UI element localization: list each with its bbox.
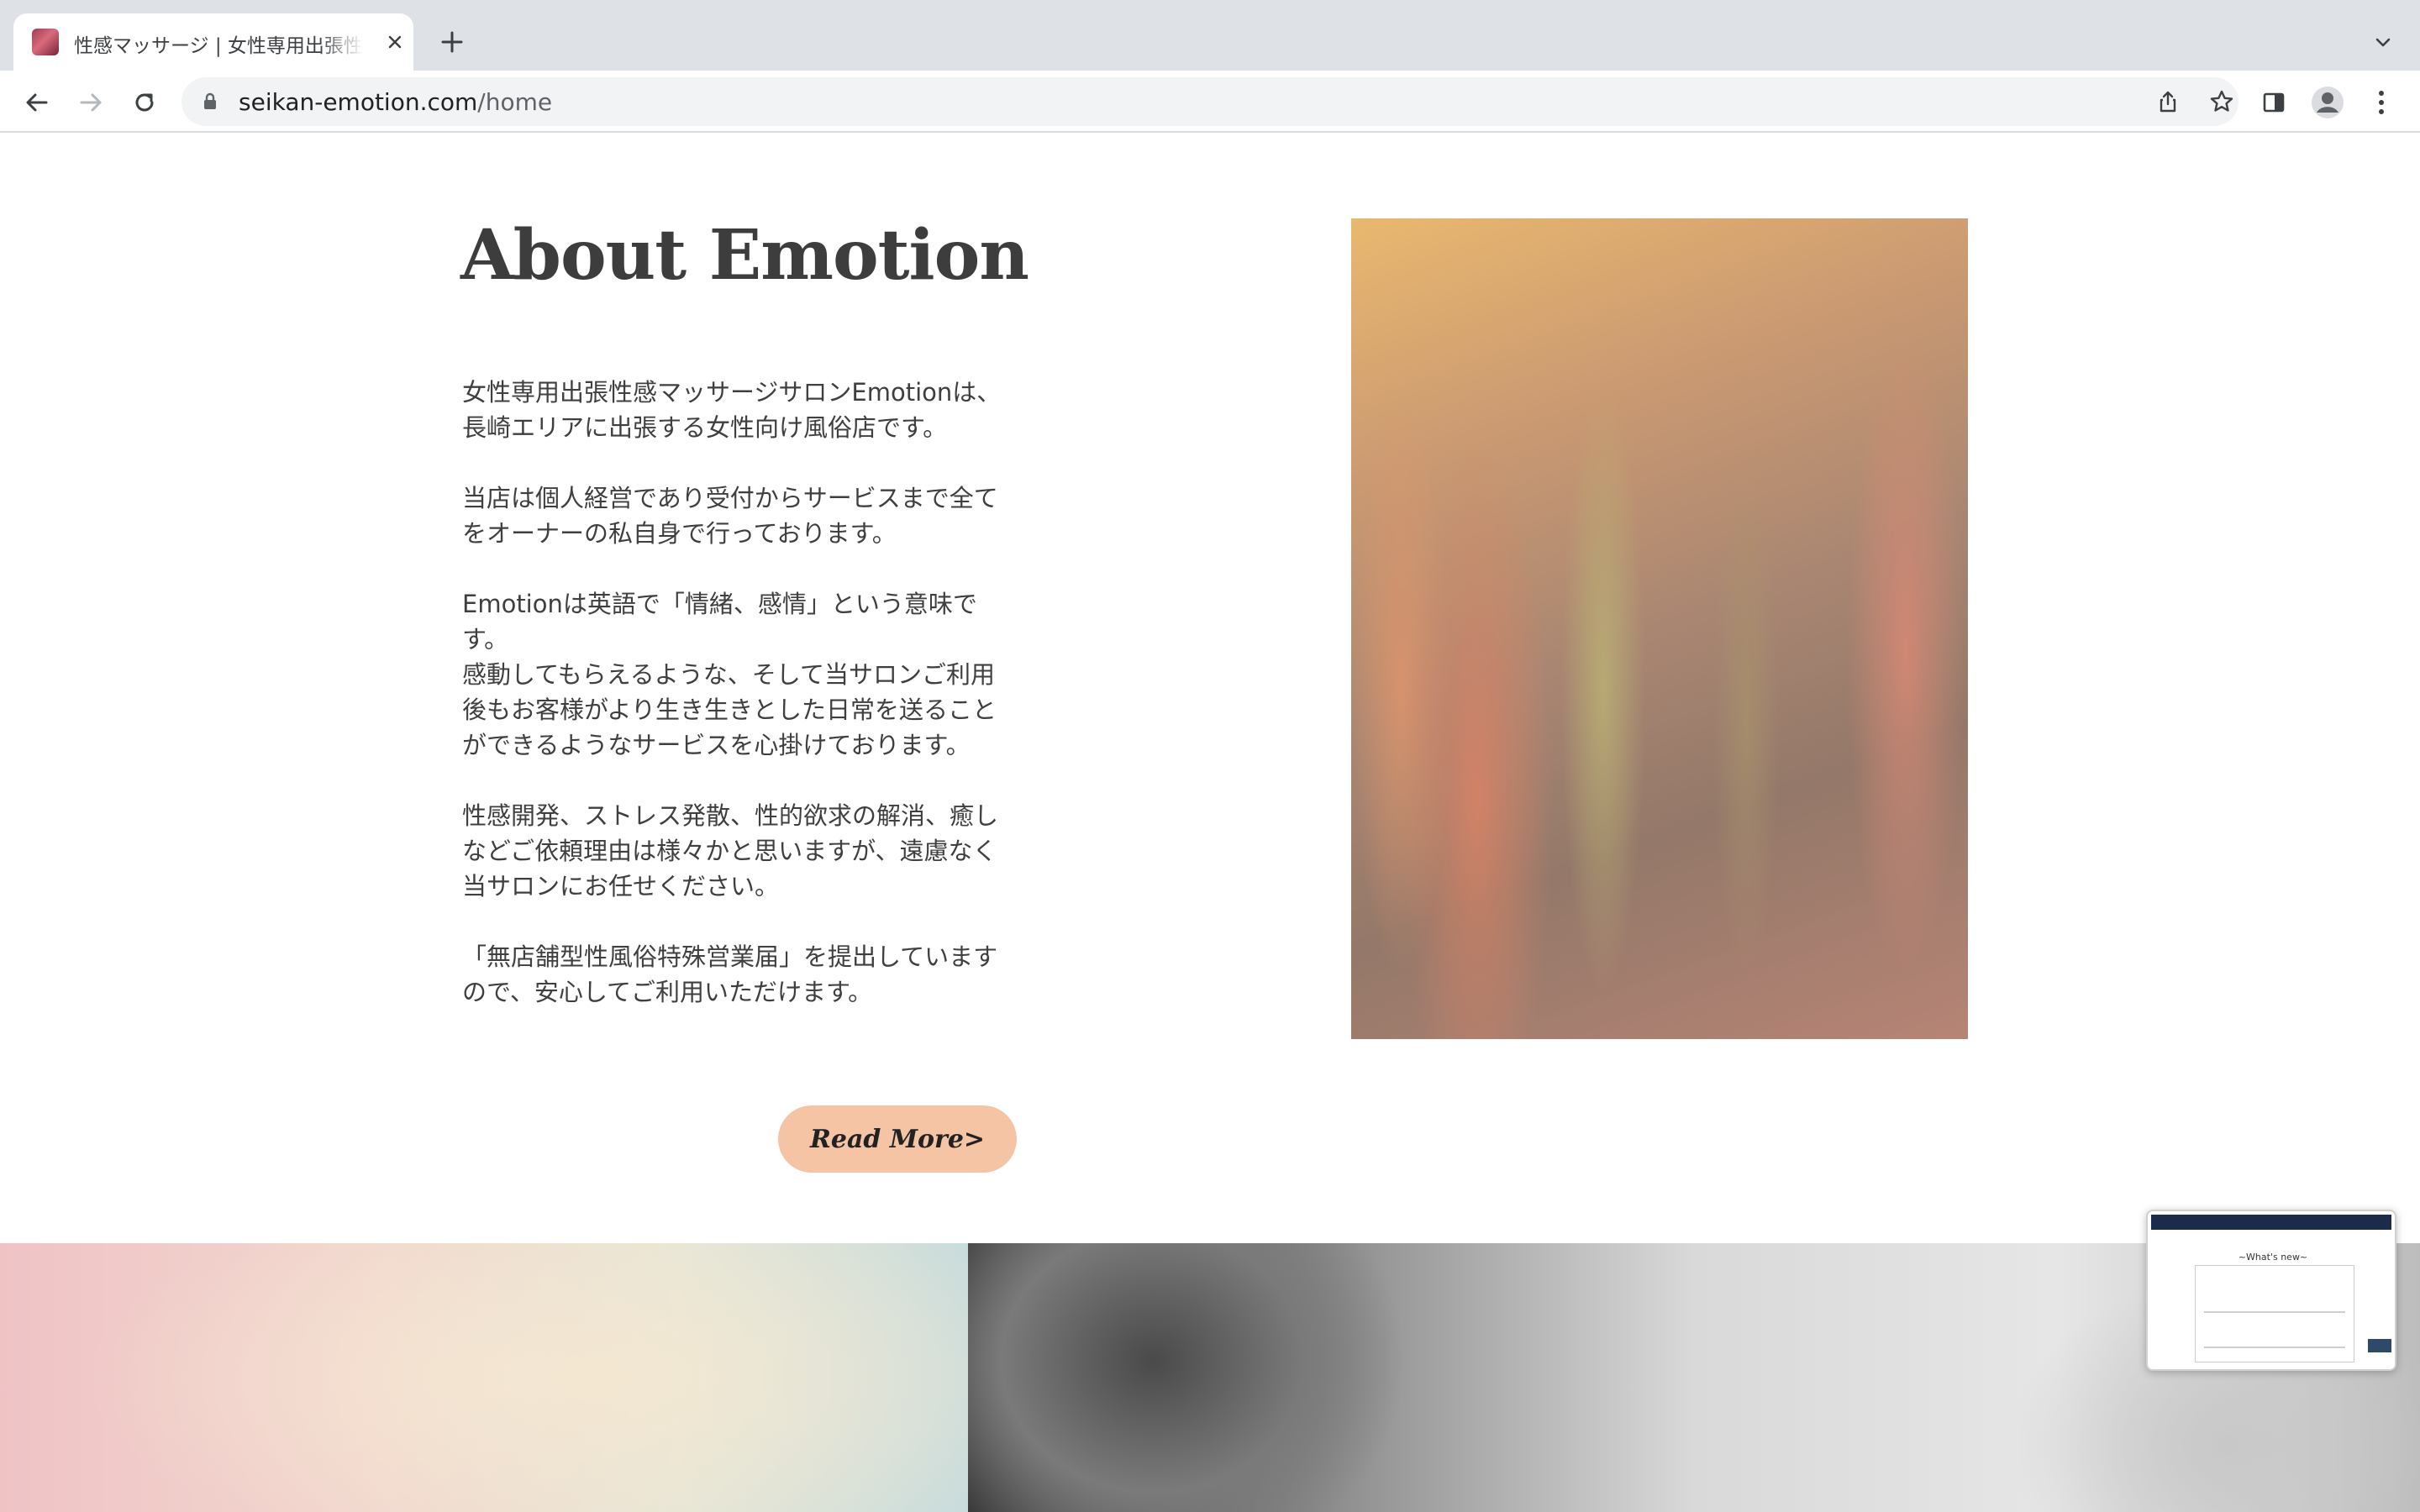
forward-arrow-icon[interactable] <box>72 84 109 121</box>
bookmark-star-icon[interactable] <box>2207 87 2237 117</box>
preview-header <box>2151 1215 2391 1230</box>
new-tab-icon[interactable] <box>435 25 469 59</box>
about-paragraph-line: 後もお客様がより生き生きとした日常を送ること <box>462 696 997 724</box>
favicon-icon <box>32 29 59 55</box>
tulip-photo <box>1351 218 1968 1039</box>
menu-kebab-icon[interactable] <box>2363 84 2400 121</box>
reload-icon[interactable] <box>126 84 163 121</box>
about-paragraph-line: Emotionは英語で「情緒、感情」という意味で <box>462 590 977 618</box>
about-paragraph-line: 感動してもらえるような、そして当サロンご利用 <box>462 660 995 689</box>
about-paragraph-line: などご依頼理由は様々かと思いますが、遠慮なく <box>462 837 997 865</box>
back-arrow-icon[interactable] <box>18 84 55 121</box>
close-tab-icon[interactable] <box>383 30 407 54</box>
web-page: About Emotion 女性専用出張性感マッサージサロンEmotionは、長… <box>0 133 2420 1512</box>
about-paragraph-line: す。 <box>462 625 509 654</box>
side-panel-icon[interactable] <box>2255 84 2292 121</box>
about-paragraph-line: 長崎エリアに出張する女性向け風俗店です。 <box>462 413 948 442</box>
about-paragraph: 「無店舗型性風俗特殊営業届」を提出しています ので、安心してご利用いただけます。 <box>462 939 1034 1010</box>
about-paragraph-line: 「無店舗型性風俗特殊営業届」を提出しています <box>462 942 998 971</box>
url-path: /home <box>477 88 553 116</box>
about-paragraph: 性感開発、ストレス発散、性的欲求の解消、癒し などご依頼理由は様々かと思いますが、… <box>462 798 1034 904</box>
preview-divider <box>2204 1311 2345 1313</box>
read-more-button[interactable]: Read More> <box>778 1105 1017 1173</box>
about-paragraph-line: 当店は個人経営であり受付からサービスまで全て <box>462 484 998 512</box>
about-paragraph-line: 当サロンにお任せください。 <box>462 872 780 900</box>
about-paragraph: Emotionは英語で「情緒、感情」という意味で す。感動してもらえるような、そし… <box>462 586 1034 763</box>
preview-title: ~What's new~ <box>2238 1252 2308 1263</box>
address-bar[interactable]: seikan-emotion.com/home <box>182 77 2238 126</box>
about-paragraph-line: 性感開発、ストレス発散、性的欲求の解消、癒し <box>462 801 999 830</box>
about-paragraph-line: をオーナーの私自身で行っております。 <box>462 519 897 548</box>
about-paragraph-line: 女性専用出張性感マッサージサロンEmotionは、 <box>462 378 1002 407</box>
browser-tab-active[interactable]: 性感マッサージ | 女性専用出張性感 <box>13 13 413 71</box>
sky-banner-image <box>0 1243 968 1512</box>
share-icon[interactable] <box>2153 87 2183 117</box>
about-paragraph-line: ので、安心してご利用いただけます。 <box>462 978 873 1006</box>
about-paragraph: 当店は個人経営であり受付からサービスまで全て をオーナーの私自身で行っております。 <box>462 480 1034 551</box>
browser-toolbar: seikan-emotion.com/home <box>0 71 2420 133</box>
about-heading: About Emotion <box>460 215 1029 296</box>
tab-list-chevron-icon[interactable] <box>2368 27 2398 57</box>
about-paragraph-line: ができるようなサービスを心掛けております。 <box>462 731 971 759</box>
about-description: 女性専用出張性感マッサージサロンEmotionは、 長崎エリアに出張する女性向け風… <box>462 375 1034 1045</box>
about-paragraph: 女性専用出張性感マッサージサロンEmotionは、 長崎エリアに出張する女性向け風… <box>462 375 1034 445</box>
tab-title: 性感マッサージ | 女性専用出張性感 <box>74 35 363 57</box>
page-preview-thumbnail[interactable]: ~What's new~ <box>2146 1210 2396 1371</box>
url-domain: seikan-emotion.com <box>239 88 478 116</box>
preview-divider <box>2204 1347 2345 1348</box>
lock-icon[interactable] <box>200 92 220 112</box>
browser-tab-bar: 性感マッサージ | 女性専用出張性感 <box>0 0 2420 71</box>
preview-news-box <box>2195 1265 2354 1362</box>
profile-avatar-icon[interactable] <box>2309 84 2346 121</box>
preview-badge <box>2368 1339 2391 1352</box>
url-text[interactable]: seikan-emotion.com/home <box>239 88 552 116</box>
